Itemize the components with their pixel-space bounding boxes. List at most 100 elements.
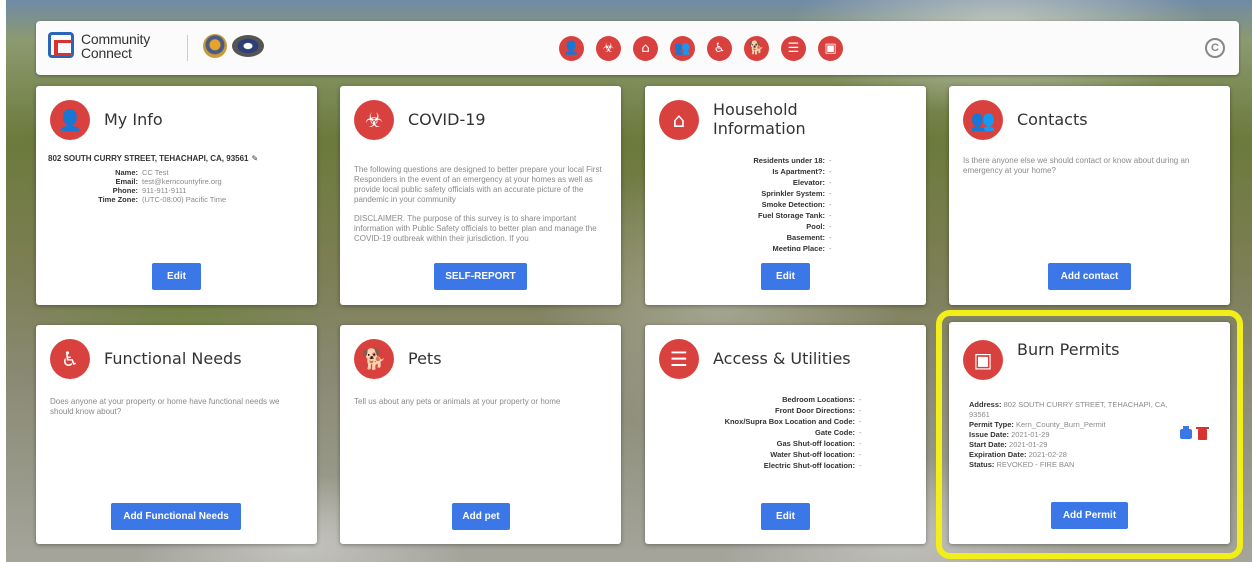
my-info-body: 802 SOUTH CURRY STREET, TEHACHAPI, CA, 9… [48, 154, 303, 204]
address-line: 802 SOUTH CURRY STREET, TEHACHAPI, CA, 9… [48, 154, 303, 164]
field-label: Water Shut-off location: [770, 450, 855, 459]
field-label: Fuel Storage Tank: [758, 211, 825, 220]
logo-divider [187, 35, 188, 61]
permit-status-row: Status: REVOKED - FIRE BAN [969, 460, 1179, 470]
nav-household-icon[interactable]: ⌂ [633, 36, 658, 61]
field-label: Gate Code: [814, 428, 855, 437]
field-value: - [859, 461, 862, 470]
permit-type-row: Permit Type: Kern_County_Burn_Permit [969, 420, 1179, 430]
permit-start-row: Start Date: 2021-01-29 [969, 440, 1179, 450]
field-value: - [829, 178, 832, 187]
nav-contacts-icon[interactable]: 👥 [670, 36, 695, 61]
permit-issue-label: Issue Date: [969, 430, 1010, 439]
add-contact-button[interactable]: Add contact [1048, 263, 1131, 290]
person-icon: 👤 [50, 100, 90, 140]
section-nav: 👤 ☣ ⌂ 👥 ♿ 🐕 ☰ ▣ [559, 36, 843, 61]
household-card: ⌂ Household Information Residents under … [645, 86, 926, 305]
permit-start-value: 2021-01-29 [1009, 440, 1048, 449]
access-utilities-title: Access & Utilities [713, 349, 851, 368]
my-info-edit-button[interactable]: Edit [152, 263, 201, 290]
field-value: - [859, 406, 862, 415]
field-value: - [859, 439, 862, 448]
field-value: - [829, 156, 832, 165]
add-pet-button[interactable]: Add pet [452, 503, 510, 530]
permit-expiration-label: Expiration Date: [969, 450, 1027, 459]
field-label: Name: [115, 168, 138, 177]
access-utilities-card: ☰ Access & Utilities Bedroom Locations: -… [645, 325, 926, 544]
field-label: Electric Shut-off location: [763, 461, 855, 470]
covid-body: The following questions are designed to … [354, 165, 607, 251]
field-value: - [859, 395, 862, 404]
nav-my-info-icon[interactable]: 👤 [559, 36, 584, 61]
permit-expiration-row: Expiration Date: 2021-02-28 [969, 450, 1179, 460]
nav-access-utilities-icon[interactable]: ☰ [781, 36, 806, 61]
contacts-title: Contacts [1017, 110, 1088, 129]
address-text: 802 SOUTH CURRY STREET, TEHACHAPI, CA, 9… [48, 154, 249, 163]
burn-permits-card: ▣ Burn Permits Address: 802 SOUTH CURRY … [949, 322, 1230, 544]
field-label: Elevator: [792, 178, 825, 187]
edit-pencil-icon[interactable]: ✎ [252, 154, 259, 163]
nav-pets-icon[interactable]: 🐕 [744, 36, 769, 61]
field-label: Front Door Directions: [775, 406, 855, 415]
field-label: Smoke Detection: [761, 200, 825, 209]
field-label: Meeting Place: [772, 244, 825, 251]
self-report-button[interactable]: SELF-REPORT [434, 263, 527, 290]
wheelchair-icon: ♿ [50, 339, 90, 379]
household-fields: Residents under 18: - Is Apartment?: - Ele… [655, 155, 912, 251]
burn-permit-details: Address: 802 SOUTH CURRY STREET, TEHACHA… [969, 400, 1179, 470]
dog-icon: 🐕 [354, 339, 394, 379]
my-info-fields: Name: CC Test Email: test@kerncountyfire.o… [48, 168, 303, 204]
permit-issue-value: 2021-01-29 [1011, 430, 1050, 439]
field-value: - [829, 167, 832, 176]
my-info-card: 👤 My Info 802 SOUTH CURRY STREET, TEHACH… [36, 86, 317, 305]
field-label: Phone: [112, 186, 138, 195]
contacts-description: Is there anyone else we should contact o… [963, 156, 1190, 175]
pets-description: Tell us about any pets or animals at you… [354, 397, 561, 406]
fire-department-seal-icon [232, 35, 264, 57]
community-connect-logo[interactable]: Community Connect [48, 32, 150, 64]
access-utilities-fields: Bedroom Locations: - Front Door Direction… [655, 394, 912, 471]
functional-needs-title: Functional Needs [104, 349, 242, 368]
pets-title: Pets [408, 349, 442, 368]
logo-mark-icon [48, 32, 74, 58]
add-functional-needs-button[interactable]: Add Functional Needs [111, 503, 241, 530]
permit-status-value: REVOKED - FIRE BAN [996, 460, 1075, 469]
nav-burn-permits-icon[interactable]: ▣ [818, 36, 843, 61]
field-label: Email: [115, 177, 138, 186]
field-label: Sprinkler System: [761, 189, 825, 198]
logo-text: Community Connect [81, 31, 150, 61]
add-permit-button[interactable]: Add Permit [1051, 502, 1128, 529]
field-value: 911-911-9111 [142, 186, 187, 195]
top-header: Community Connect 👤 ☣ ⌂ 👥 ♿ 🐕 ☰ ▣ C [36, 21, 1239, 75]
permit-start-label: Start Date: [969, 440, 1007, 449]
field-label: Is Apartment?: [772, 167, 825, 176]
house-icon: ⌂ [659, 100, 699, 140]
access-utilities-body: Bedroom Locations: - Front Door Direction… [655, 394, 912, 471]
user-profile-icon[interactable]: C [1205, 38, 1225, 58]
functional-needs-description: Does anyone at your property or home hav… [50, 397, 280, 416]
trash-icon[interactable] [1196, 427, 1209, 440]
household-edit-button[interactable]: Edit [761, 263, 810, 290]
nav-functional-needs-icon[interactable]: ♿ [707, 36, 732, 61]
field-value: - [829, 233, 832, 242]
household-fields-scroll[interactable]: Residents under 18: - Is Apartment?: - Ele… [655, 155, 912, 251]
field-value: test@kerncountyfire.org [142, 177, 222, 186]
county-seal-icon [203, 34, 227, 58]
my-info-title: My Info [104, 110, 163, 129]
field-value: - [829, 211, 832, 220]
covid-title: COVID-19 [408, 110, 486, 129]
field-value: - [859, 417, 862, 426]
field-value: - [859, 450, 862, 459]
permit-type-label: Permit Type: [969, 420, 1014, 429]
print-icon[interactable] [1180, 426, 1192, 439]
permit-document-icon: ▣ [963, 340, 1003, 380]
field-label: Gas Shut-off location: [776, 439, 855, 448]
covid-intro-text: The following questions are designed to … [354, 165, 602, 204]
functional-needs-card: ♿ Functional Needs Does anyone at your p… [36, 325, 317, 544]
field-label: Basement: [786, 233, 825, 242]
field-label: Bedroom Locations: [782, 395, 855, 404]
access-utilities-edit-button[interactable]: Edit [761, 503, 810, 530]
nav-covid-icon[interactable]: ☣ [596, 36, 621, 61]
permit-expiration-value: 2021-02-28 [1028, 450, 1067, 459]
field-label: Pool: [806, 222, 825, 231]
